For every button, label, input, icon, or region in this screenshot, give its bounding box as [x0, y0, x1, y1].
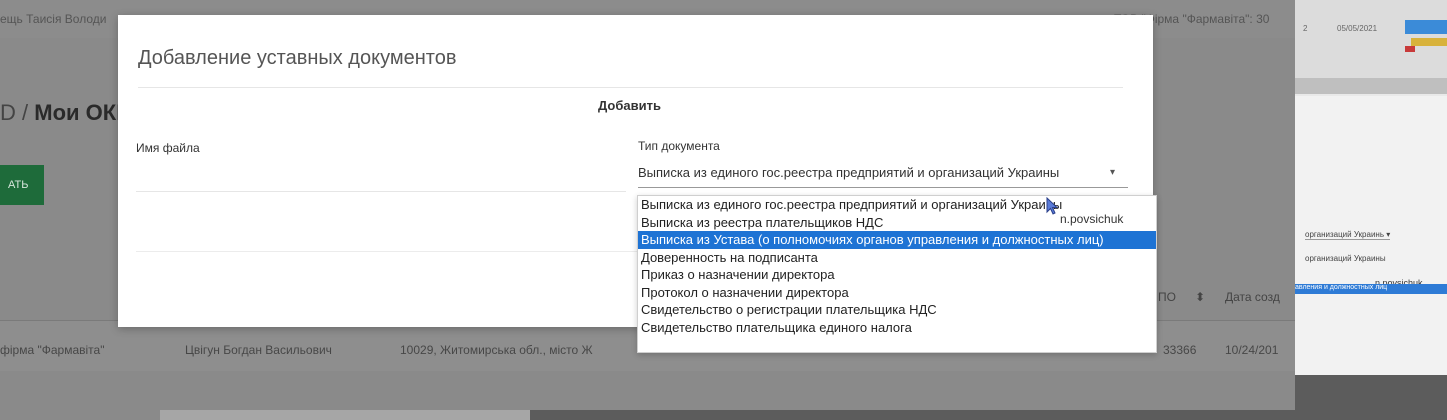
cell-date: 10/24/201	[1225, 343, 1279, 357]
thumbnail-bottom	[1295, 375, 1447, 420]
thumb-date-2: 05/05/2021	[1337, 24, 1378, 33]
user-name: ещь Таисія Володи	[0, 12, 107, 26]
add-section-header: Добавить	[598, 98, 661, 113]
user-tooltip: n.povsichuk	[1060, 212, 1124, 226]
cell-company: фірма "Фармавіта"	[0, 343, 105, 357]
dropdown-option[interactable]: Протокол о назначении директора	[638, 284, 1156, 302]
thumb-highlighted-option: авления и должностных лиц	[1295, 284, 1447, 294]
thumbnail-strip	[1295, 78, 1447, 94]
dropdown-option[interactable]: Выписка из единого гос.реестра предприят…	[638, 196, 1156, 214]
thumb-select: организаций Украинь ▾	[1305, 230, 1391, 240]
sort-icon[interactable]: ⬍	[1195, 290, 1205, 304]
thumb-badge-yellow	[1411, 38, 1447, 46]
doctype-select-value: Выписка из единого гос.реестра предприят…	[638, 165, 1060, 180]
dropdown-option[interactable]: Приказ о назначении директора	[638, 266, 1156, 284]
thumbnail-top: 2 05/05/2021	[1295, 0, 1447, 80]
bottom-bar-light	[160, 410, 530, 420]
column-header-created[interactable]: Дата созд	[1225, 290, 1280, 304]
create-button[interactable]: АТЬ	[0, 165, 44, 205]
thumb-badge-blue	[1405, 20, 1447, 34]
chevron-down-icon[interactable]: ▾	[1110, 167, 1115, 178]
bottom-bar-dark	[530, 410, 1295, 420]
dropdown-option[interactable]: Свидетельство о регистрации плательщика …	[638, 301, 1156, 319]
cell-address: 10029, Житомирська обл., місто Ж	[400, 343, 593, 357]
thumb-option: организаций Украины	[1305, 254, 1386, 263]
breadcrumb-prefix: D /	[0, 100, 29, 125]
row-divider	[136, 191, 626, 192]
right-thumbnail-panel: 2 05/05/2021 организаций Украинь ▾ орган…	[1295, 0, 1447, 420]
mouse-cursor-icon	[1046, 197, 1059, 215]
modal-divider	[138, 87, 1123, 88]
cell-director: Цвігун Богдан Васильович	[185, 343, 332, 357]
column-header-code[interactable]: ПО	[1158, 290, 1176, 304]
doctype-label: Тип документа	[638, 139, 720, 153]
dropdown-option[interactable]: Свидетельство плательщика единого налога	[638, 319, 1156, 337]
thumb-badge-red	[1405, 46, 1415, 52]
filename-label: Имя файла	[136, 141, 200, 155]
thumb-date: 2	[1303, 24, 1308, 33]
cell-code: 33366	[1163, 343, 1197, 357]
dropdown-option[interactable]: Доверенность на подписанта	[638, 249, 1156, 267]
dropdown-option-highlighted[interactable]: Выписка из Устава (о полномочиях органов…	[638, 231, 1156, 249]
doctype-select[interactable]: Выписка из единого гос.реестра предприят…	[638, 161, 1128, 188]
breadcrumb: D / Мои ОКП	[0, 100, 132, 126]
modal-title: Добавление уставных документов	[138, 47, 457, 69]
